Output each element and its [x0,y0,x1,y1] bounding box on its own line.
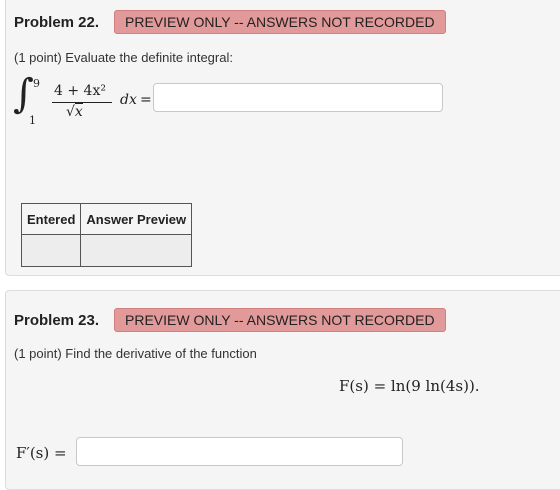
answer-preview-table: Entered Answer Preview [20,203,193,267]
integral-upper-limit: 9 [33,77,40,90]
equals-sign: = [140,92,152,108]
preview-only-badge: PREVIEW ONLY -- ANSWERS NOT RECORDED [114,10,446,34]
preview-only-badge: PREVIEW ONLY -- ANSWERS NOT RECORDED [114,308,446,332]
fraction-numerator: 4 + 4x² [54,83,106,99]
problem-title: Problem 23. [14,312,100,329]
sqrt-icon: √ [66,104,75,120]
function-display: F(s) = ln(9 ln(4s)). [339,377,480,395]
integral-lower-limit: 1 [29,114,36,127]
integral-sign: ∫ [13,71,34,117]
column-header-entered: Entered [20,203,82,235]
problem-23-panel: Problem 23. PREVIEW ONLY -- ANSWERS NOT … [5,290,560,490]
problem-22-panel: Problem 22. PREVIEW ONLY -- ANSWERS NOT … [5,0,560,276]
table-row [20,234,193,267]
column-header-answer-preview: Answer Preview [80,203,193,235]
problem-statement: (1 point) Evaluate the definite integral… [14,50,233,65]
answer-preview-cell [80,234,193,267]
fraction-denominator: √x [66,103,83,120]
problem-statement: (1 point) Find the derivative of the fun… [14,346,257,361]
answer-label: F′(s) = [16,444,67,462]
answer-input[interactable] [153,83,443,112]
differential: dx [120,92,137,108]
problem-title: Problem 22. [14,14,100,31]
answer-input[interactable] [76,437,403,466]
entered-cell [20,234,82,267]
radicand: x [74,103,83,120]
